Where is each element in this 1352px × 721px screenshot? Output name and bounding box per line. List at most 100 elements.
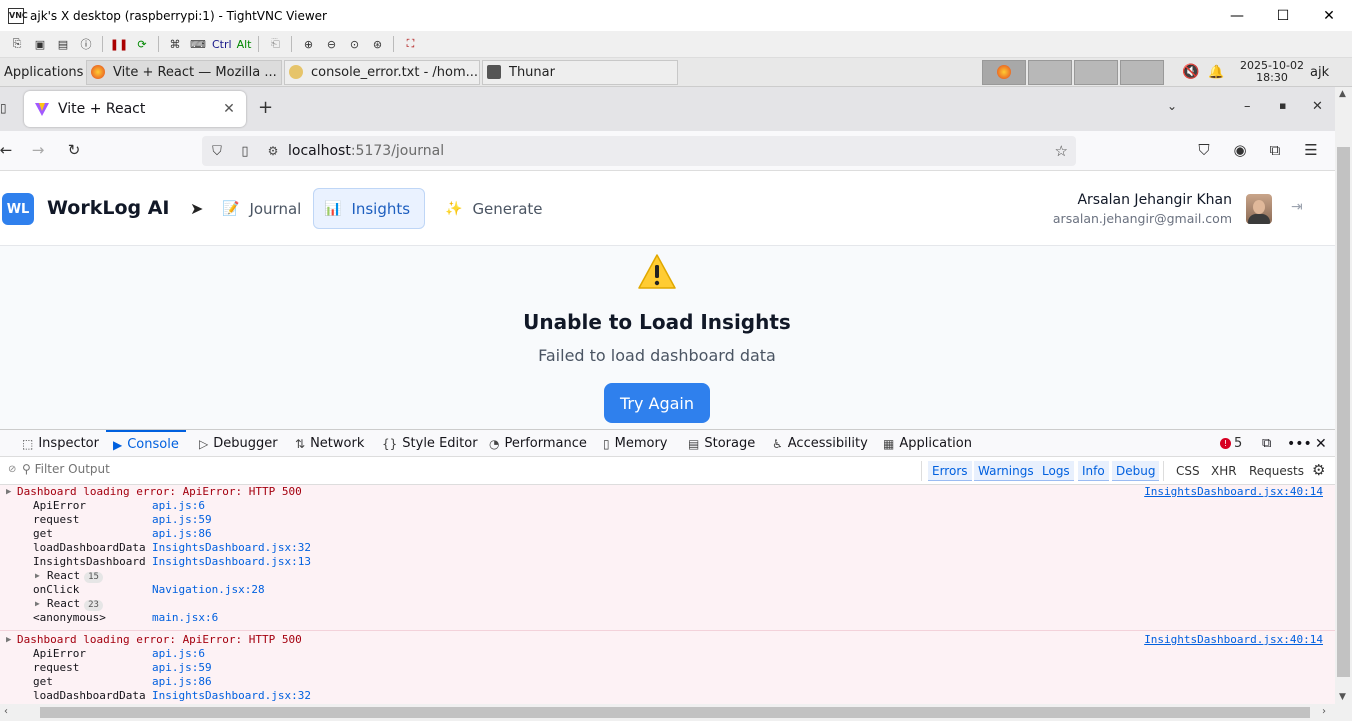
tab-vite-react[interactable]: Vite + React ✕ xyxy=(24,91,246,127)
notification-bell-icon[interactable]: 🔔 xyxy=(1208,65,1234,80)
tab-debugger[interactable]: ▷ Debugger xyxy=(199,430,278,457)
scroll-left-icon[interactable]: ‹ xyxy=(4,706,8,717)
level-logs[interactable]: Logs xyxy=(1038,461,1074,481)
save-icon[interactable]: ▣ xyxy=(31,35,49,53)
message-source-link[interactable]: InsightsDashboard.jsx:40:14 xyxy=(1144,633,1323,647)
scrollbar-thumb[interactable] xyxy=(1337,147,1350,677)
firefox-minimize-icon[interactable]: – xyxy=(1244,99,1251,114)
level-warnings[interactable]: Warnings xyxy=(974,461,1038,481)
level-errors[interactable]: Errors xyxy=(928,461,972,481)
frame-location[interactable]: InsightsDashboard.jsx:32 xyxy=(152,541,311,554)
frame-location[interactable]: api.js:86 xyxy=(152,675,212,688)
applications-menu[interactable]: Applications xyxy=(0,60,84,85)
stack-frame[interactable]: ApiError api.js:6 xyxy=(0,499,1335,513)
frame-location[interactable]: api.js:59 xyxy=(152,661,212,674)
nav-journal[interactable]: 📝 Journal xyxy=(212,188,311,229)
stack-frame[interactable]: <anonymous> main.jsx:6 xyxy=(0,611,1335,625)
info-icon[interactable]: ⓘ xyxy=(77,35,95,53)
firefox-maximize-icon[interactable]: ▪ xyxy=(1279,99,1286,112)
task-thunar[interactable]: Thunar xyxy=(482,59,678,85)
url-bar[interactable]: ⛉ ▯ ⚙ localhost:5173/journal ☆ xyxy=(202,136,1076,166)
clipboard-icon[interactable]: ⎗ xyxy=(266,35,284,53)
tab-accessibility[interactable]: ♿ Accessibility xyxy=(772,430,868,457)
shield-icon[interactable]: ⛉ xyxy=(202,144,232,159)
ctrl-key-button[interactable]: Ctrl xyxy=(212,35,232,53)
permissions-icon[interactable]: ⚙ xyxy=(258,144,288,158)
panel-user[interactable]: ajk xyxy=(1310,65,1338,80)
refresh-icon[interactable]: ⟳ xyxy=(133,35,151,53)
frame-location[interactable]: api.js:86 xyxy=(152,527,212,540)
settings-gear-icon[interactable]: ⚙ xyxy=(1312,461,1325,479)
close-button[interactable]: ✕ xyxy=(1306,0,1352,31)
level-debug[interactable]: Debug xyxy=(1112,461,1160,481)
horizontal-scrollbar[interactable]: ‹ › xyxy=(0,704,1352,721)
frame-location[interactable]: InsightsDashboard.jsx:32 xyxy=(152,689,311,702)
scroll-right-icon[interactable]: › xyxy=(1322,706,1326,717)
frame-location[interactable]: api.js:6 xyxy=(152,647,205,660)
bookmark-star-icon[interactable]: ☆ xyxy=(1055,142,1068,160)
workspace-4[interactable] xyxy=(1120,59,1164,85)
panel-clock[interactable]: 2025-10-02 18:30 xyxy=(1234,60,1310,84)
stack-frame[interactable]: onClick Navigation.jsx:28 xyxy=(0,583,1335,597)
extensions-icon[interactable]: ⧉ xyxy=(1265,141,1285,159)
stack-frame[interactable]: InsightsDashboard InsightsDashboard.jsx:1… xyxy=(0,555,1335,569)
new-tab-button[interactable]: + xyxy=(258,97,273,118)
stack-frame[interactable]: request api.js:59 xyxy=(0,661,1335,675)
zoom-auto-icon[interactable]: ⊛ xyxy=(368,35,386,53)
filter-output-input[interactable]: ⚲ Filter Output xyxy=(22,462,422,476)
scrollbar-thumb[interactable] xyxy=(40,707,1310,718)
expand-arrow-icon[interactable]: ▶ xyxy=(6,485,11,499)
ctrl-alt-del-icon[interactable]: ⌘ xyxy=(166,35,184,53)
expand-arrow-icon[interactable]: ▶ xyxy=(35,597,40,611)
try-again-button[interactable]: Try Again xyxy=(604,383,710,423)
more-options-icon[interactable]: ••• xyxy=(1287,430,1312,457)
tab-storage[interactable]: ▤ Storage xyxy=(688,430,755,457)
frame-location[interactable]: main.jsx:6 xyxy=(152,611,218,624)
message-header[interactable]: ▶ Dashboard loading error: ApiError: HTT… xyxy=(0,633,1335,647)
alt-key-button[interactable]: Alt xyxy=(237,35,252,53)
stack-frame[interactable]: get api.js:86 xyxy=(0,527,1335,541)
back-icon[interactable]: ← xyxy=(0,141,16,159)
error-count-badge[interactable]: ! 5 xyxy=(1220,430,1242,457)
task-editor[interactable]: console_error.txt - /hom... xyxy=(284,59,480,85)
page-info-icon[interactable]: ▯ xyxy=(232,144,258,159)
workspace-2[interactable] xyxy=(1028,59,1072,85)
sidebar-icon[interactable]: ▯ xyxy=(0,101,7,115)
app-brand[interactable]: WorkLog AI xyxy=(47,197,170,219)
workspace-1[interactable] xyxy=(982,59,1026,85)
stack-frame-group[interactable]: ▶ React 23 xyxy=(0,597,1335,611)
zoom-in-icon[interactable]: ⊕ xyxy=(299,35,317,53)
expand-arrow-icon[interactable]: ▶ xyxy=(6,633,11,647)
menu-icon[interactable]: ☰ xyxy=(1301,141,1321,159)
new-connection-icon[interactable]: ⎘ xyxy=(8,35,26,53)
firefox-close-icon[interactable]: ✕ xyxy=(1312,99,1323,114)
ctrl-esc-icon[interactable]: ⌨ xyxy=(189,35,207,53)
task-firefox[interactable]: Vite + React — Mozilla ... xyxy=(86,59,282,85)
minimize-button[interactable]: — xyxy=(1214,0,1260,31)
nav-generate[interactable]: ✨ Generate xyxy=(435,188,553,229)
frame-location[interactable]: api.js:59 xyxy=(152,513,212,526)
scroll-down-icon[interactable]: ▼ xyxy=(1339,692,1346,702)
volume-muted-icon[interactable]: 🔇 xyxy=(1182,64,1208,80)
pocket-icon[interactable]: ⛉ xyxy=(1194,141,1214,159)
app-logo[interactable]: WL xyxy=(2,193,34,225)
tab-network[interactable]: ⇅ Network xyxy=(295,430,364,457)
scroll-up-icon[interactable]: ▲ xyxy=(1339,89,1346,99)
tab-console[interactable]: ▶ Console xyxy=(106,430,186,457)
avatar[interactable] xyxy=(1246,194,1272,224)
vertical-scrollbar[interactable]: ▲ ▼ xyxy=(1335,87,1352,704)
message-source-link[interactable]: InsightsDashboard.jsx:40:14 xyxy=(1144,485,1323,499)
reload-icon[interactable]: ↻ xyxy=(64,141,84,159)
options-icon[interactable]: ▤ xyxy=(54,35,72,53)
tab-style-editor[interactable]: {} Style Editor xyxy=(382,430,478,457)
workspace-3[interactable] xyxy=(1074,59,1118,85)
expand-arrow-icon[interactable]: ▶ xyxy=(35,569,40,583)
zoom-out-icon[interactable]: ⊖ xyxy=(322,35,340,53)
fullscreen-icon[interactable]: ⛶ xyxy=(401,35,419,53)
trash-icon[interactable]: ⊘ xyxy=(8,464,16,475)
type-xhr[interactable]: XHR xyxy=(1211,461,1237,481)
zoom-100-icon[interactable]: ⊙ xyxy=(345,35,363,53)
close-tab-icon[interactable]: ✕ xyxy=(220,101,238,117)
list-tabs-icon[interactable]: ⌄ xyxy=(1167,99,1177,113)
frame-location[interactable]: api.js:6 xyxy=(152,499,205,512)
